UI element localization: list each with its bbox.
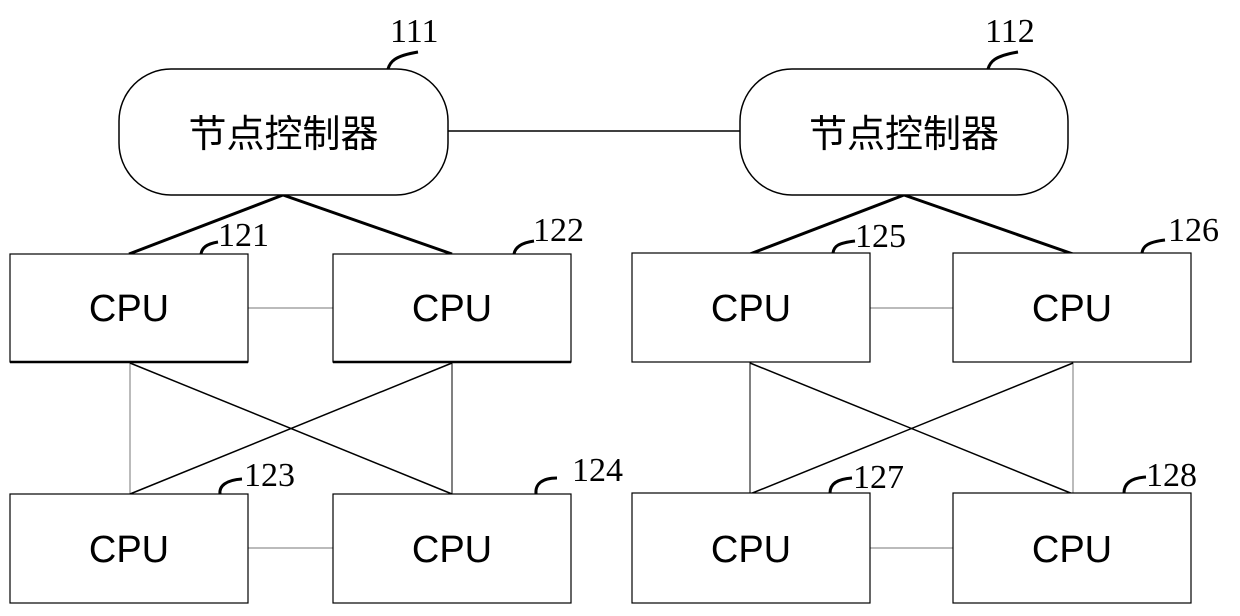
cpu-label: CPU bbox=[711, 529, 791, 571]
node-controller-label: 节点控制器 bbox=[809, 112, 999, 156]
ref-number: 127 bbox=[853, 459, 904, 496]
ref-leader-icon bbox=[986, 50, 1019, 70]
ref-number: 112 bbox=[985, 13, 1035, 50]
ref-number: 123 bbox=[244, 457, 295, 494]
ref-number: 128 bbox=[1146, 457, 1197, 494]
ref-leader-icon bbox=[831, 239, 856, 254]
cpu-label: CPU bbox=[711, 288, 791, 330]
cpu-121: CPU 121 bbox=[9, 217, 269, 364]
ref-leader-icon bbox=[1122, 475, 1147, 494]
node-controller-label: 节点控制器 bbox=[188, 112, 378, 156]
ref-leader-icon bbox=[828, 476, 853, 494]
cpu-123: CPU 123 bbox=[9, 457, 295, 604]
node-controller-diagram: 节点控制器 111 节点控制器 112 CPU 121 CPU 122 CPU … bbox=[9, 13, 1219, 604]
cpu-124: CPU 124 bbox=[332, 452, 623, 604]
node-controller-112: 节点控制器 112 bbox=[739, 13, 1069, 196]
cpu-label: CPU bbox=[412, 288, 492, 330]
link-111-122 bbox=[282, 193, 453, 256]
ref-leader-icon bbox=[386, 50, 419, 70]
ref-number: 122 bbox=[533, 212, 584, 249]
cpu-126: CPU 126 bbox=[952, 212, 1219, 363]
cpu-122: CPU 122 bbox=[332, 212, 584, 364]
ref-leader-icon bbox=[218, 477, 243, 495]
ref-leader-icon bbox=[1140, 238, 1166, 254]
cpu-label: CPU bbox=[1032, 529, 1112, 571]
cpu-label: CPU bbox=[412, 529, 492, 571]
node-controller-111: 节点控制器 111 bbox=[118, 13, 449, 196]
ref-number: 125 bbox=[855, 218, 906, 255]
cpu-label: CPU bbox=[1032, 288, 1112, 330]
cpu-125: CPU 125 bbox=[631, 218, 906, 363]
cpu-label: CPU bbox=[89, 288, 169, 330]
link-112-126 bbox=[903, 193, 1074, 256]
ref-number: 124 bbox=[572, 452, 623, 489]
ref-leader-icon bbox=[534, 476, 558, 495]
cpu-label: CPU bbox=[89, 529, 169, 571]
ref-number: 121 bbox=[218, 217, 269, 254]
ref-leader-icon bbox=[512, 239, 535, 255]
cpu-128: CPU 128 bbox=[952, 457, 1197, 604]
ref-number: 111 bbox=[390, 13, 438, 50]
ref-number: 126 bbox=[1168, 212, 1219, 249]
ref-leader-icon bbox=[199, 240, 219, 255]
cpu-127: CPU 127 bbox=[631, 459, 904, 604]
